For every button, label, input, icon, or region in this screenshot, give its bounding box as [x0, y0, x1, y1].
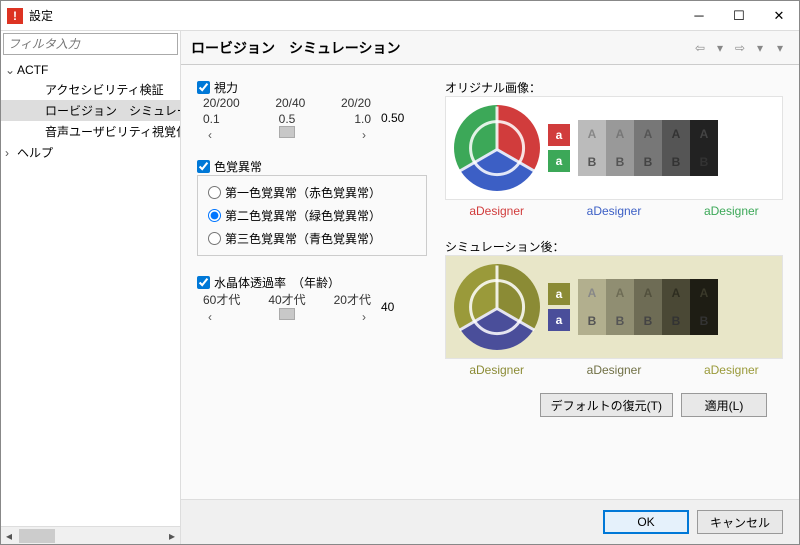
close-button[interactable]: ✕	[759, 1, 799, 30]
lens-checkbox-row[interactable]: 水晶体透過率 （年齢）	[197, 274, 427, 291]
pie-chart-sim	[454, 264, 540, 350]
tree-item-lowvision[interactable]: ロービジョン シミュレーショ	[1, 100, 180, 121]
color-label: 色覚異常	[214, 158, 262, 175]
original-label: オリジナル画像：	[445, 79, 783, 96]
color-radio-group: 第一色覚異常（赤色覚異常） 第二色覚異常（緑色覚異常） 第三色覚異常（青色覚異常…	[197, 175, 427, 256]
swatches-sim: a a	[548, 283, 570, 331]
main-panel: ロービジョン シミュレーション ⇦ ▾ ⇨ ▾ ▾ 視力	[181, 31, 799, 544]
tree-item-help[interactable]: ›ヘルプ	[1, 142, 180, 163]
color-option-1[interactable]: 第一色覚異常（赤色覚異常）	[208, 184, 416, 201]
vision-label: 視力	[214, 79, 238, 96]
swatch-red: a	[548, 124, 570, 146]
gray-grid-sim: A A A A A B B B B	[578, 279, 718, 335]
page-buttons: デフォルトの復元(T) 適用(L)	[445, 387, 783, 417]
main-header: ロービジョン シミュレーション ⇦ ▾ ⇨ ▾ ▾	[181, 31, 799, 65]
lens-checkbox[interactable]	[197, 276, 210, 289]
color-option-3[interactable]: 第三色覚異常（青色覚異常）	[208, 230, 416, 247]
window-title: 設定	[29, 7, 679, 24]
vision-checkbox-row[interactable]: 視力	[197, 79, 427, 96]
apply-button[interactable]: 適用(L)	[681, 393, 767, 417]
ok-button[interactable]: OK	[603, 510, 689, 534]
vision-value: 0.50	[381, 111, 411, 125]
vision-checkbox[interactable]	[197, 81, 210, 94]
color-section: 色覚異常 第一色覚異常（赤色覚異常） 第二色覚異常（緑色覚異常） 第三色覚異常（…	[197, 158, 427, 256]
caret-down-icon: ⌄	[5, 63, 17, 77]
scroll-right-icon[interactable]: ▸	[164, 529, 180, 543]
scroll-thumb[interactable]	[19, 529, 55, 543]
forward-icon[interactable]: ⇨	[731, 39, 749, 57]
color-checkbox-row[interactable]: 色覚異常	[197, 158, 427, 175]
swatch-sim-1: a	[548, 283, 570, 305]
tree-item-voice[interactable]: 音声ユーザビリティ視覚化	[1, 121, 180, 142]
filter-input[interactable]	[3, 33, 178, 55]
lens-ticks: 60才代 40才代 20才代	[203, 291, 371, 308]
original-preview: a a A A A A A	[445, 96, 783, 200]
dropdown-menu-icon[interactable]: ▾	[771, 39, 789, 57]
swatch-sim-2: a	[548, 309, 570, 331]
caret-right-icon: ›	[5, 146, 17, 160]
lens-value: 40	[381, 300, 411, 314]
dialog-buttons: OK キャンセル	[181, 499, 799, 544]
sidebar: ⌄ACTF アクセシビリティ検証 ロービジョン シミュレーショ 音声ユーザビリテ…	[1, 31, 181, 544]
titlebar: ! 設定 ─ ☐ ✕	[1, 1, 799, 31]
scroll-left-icon[interactable]: ◂	[1, 529, 17, 543]
nav-tree: ⌄ACTF アクセシビリティ検証 ロービジョン シミュレーショ 音声ユーザビリテ…	[1, 57, 180, 526]
cancel-button[interactable]: キャンセル	[697, 510, 783, 534]
gray-grid-original: A A A A A B B B B	[578, 120, 718, 176]
vision-slider-thumb[interactable]	[279, 126, 295, 138]
settings-window: ! 設定 ─ ☐ ✕ ⌄ACTF アクセシビリティ検証 ロービジョン シミュレー…	[0, 0, 800, 545]
back-menu-icon[interactable]: ▾	[711, 39, 729, 57]
controls-column: 視力 20/200 20/40 20/20	[197, 79, 427, 493]
sidebar-scrollbar[interactable]: ◂ ▸	[1, 526, 180, 544]
tree-root-actf[interactable]: ⌄ACTF	[1, 61, 180, 79]
designer-row-sim: aDesigner aDesigner aDesigner	[445, 363, 783, 377]
designer-row-original: aDesigner aDesigner aDesigner	[445, 204, 783, 218]
page-title: ロービジョン シミュレーション	[191, 38, 689, 58]
color-option-2[interactable]: 第二色覚異常（緑色覚異常）	[208, 207, 416, 224]
sim-label: シミュレーション後：	[445, 238, 783, 255]
app-icon: !	[7, 8, 23, 24]
swatch-green: a	[548, 150, 570, 172]
filter-box	[3, 33, 178, 55]
lens-slider-thumb[interactable]	[279, 308, 295, 320]
back-icon[interactable]: ⇦	[691, 39, 709, 57]
preview-column: オリジナル画像： a a	[445, 79, 783, 493]
minimize-button[interactable]: ─	[679, 1, 719, 30]
maximize-button[interactable]: ☐	[719, 1, 759, 30]
color-checkbox[interactable]	[197, 160, 210, 173]
vision-ticks-bottom: 0.1 0.5 1.0	[203, 112, 371, 126]
vision-ticks-top: 20/200 20/40 20/20	[203, 96, 371, 110]
forward-menu-icon[interactable]: ▾	[751, 39, 769, 57]
swatches-original: a a	[548, 124, 570, 172]
restore-defaults-button[interactable]: デフォルトの復元(T)	[540, 393, 673, 417]
tree-item-accessibility[interactable]: アクセシビリティ検証	[1, 79, 180, 100]
lens-section: 水晶体透過率 （年齢） 60才代 40才代 20才代	[197, 274, 427, 322]
pie-chart-original	[454, 105, 540, 191]
lens-label: 水晶体透過率 （年齢）	[214, 274, 340, 291]
vision-section: 視力 20/200 20/40 20/20	[197, 79, 427, 140]
sim-preview: a a A A A A A	[445, 255, 783, 359]
